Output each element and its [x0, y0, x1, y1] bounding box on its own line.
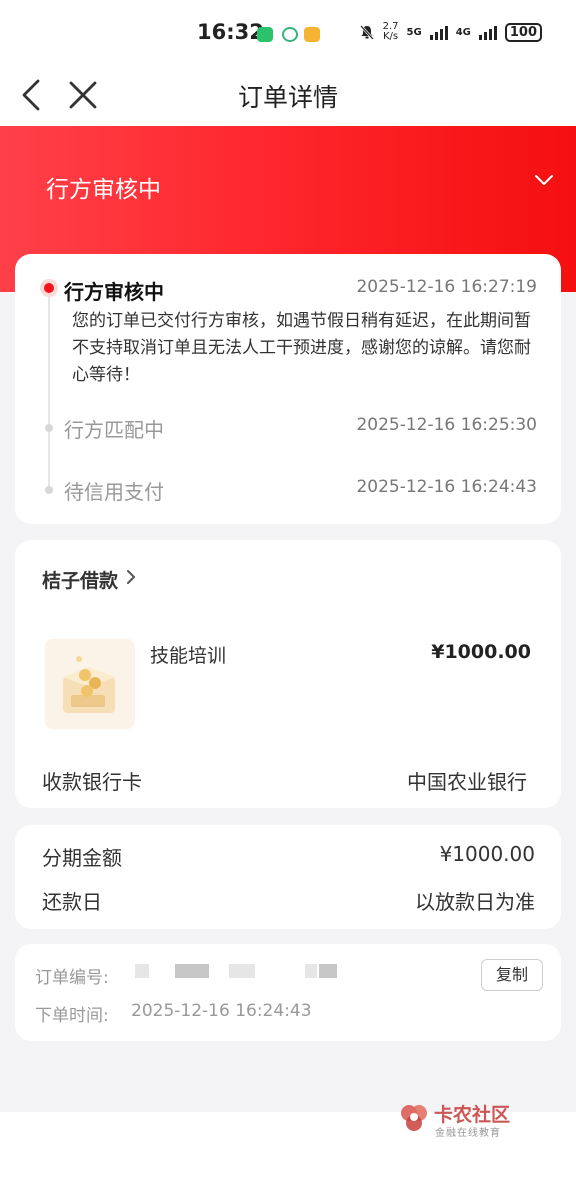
app-notification-icon — [282, 27, 298, 42]
status-right: 2.7 K/s 5G 4G 100 — [359, 22, 542, 42]
installment-amount-value: ¥1000.00 — [439, 842, 535, 866]
bank-card-value: 中国农业银行 — [407, 770, 527, 794]
installment-card: 分期金额 ¥1000.00 还款日 以放款日为准 — [15, 825, 561, 929]
timeline-line — [48, 288, 50, 492]
network-5g-label: 5G — [406, 26, 422, 38]
timeline-dot — [45, 486, 53, 494]
order-number-masked — [229, 964, 255, 978]
nav-bar: 订单详情 — [0, 64, 576, 126]
mute-bell-icon — [359, 25, 374, 40]
product-price: ¥1000.00 — [431, 641, 531, 663]
repayment-day-value: 以放款日为准 — [415, 890, 535, 914]
wechat-notification-icon — [257, 27, 273, 42]
progress-timeline-card: 行方审核中 2025-12-16 16:27:19 您的订单已交付行方审核，如遇… — [15, 254, 561, 524]
order-number-masked — [319, 964, 337, 978]
order-number-masked — [135, 964, 149, 978]
net-speed: 2.7 K/s — [382, 21, 399, 42]
timeline-step-time: 2025-12-16 16:25:30 — [356, 415, 537, 435]
signal-4g-icon — [478, 24, 497, 40]
watermark-name: 卡农社区 — [434, 1104, 511, 1126]
status-time: 16:32 — [197, 20, 264, 44]
product-name: 技能培训 — [150, 645, 227, 667]
bank-card-label: 收款银行卡 — [42, 770, 142, 794]
timeline-step-title: 待信用支付 — [64, 480, 164, 504]
order-time-label: 下单时间: — [35, 1006, 109, 1026]
order-status-title: 行方审核中 — [46, 177, 161, 203]
watermark: 卡农社区 金融在线教育 — [398, 1100, 528, 1140]
chevron-right-icon[interactable] — [124, 568, 138, 586]
timeline-dot — [45, 424, 53, 432]
watermark-subtitle: 金融在线教育 — [435, 1128, 501, 1139]
watermark-logo-icon — [401, 1105, 427, 1131]
page-title: 订单详情 — [237, 83, 338, 112]
timeline-step-title: 行方审核中 — [64, 280, 164, 304]
battery-icon: 100 — [504, 22, 542, 42]
network-4g-label: 4G — [455, 26, 471, 38]
order-number-label: 订单编号: — [35, 968, 109, 988]
coins-image-icon — [63, 656, 115, 713]
order-number-masked — [305, 964, 317, 978]
timeline-step-time: 2025-12-16 16:24:43 — [356, 477, 537, 497]
product-card: 桔子借款 技能培训 ¥1000.00 收款银行卡 中国农业银行 — [15, 540, 561, 808]
merchant-name[interactable]: 桔子借款 — [42, 566, 118, 593]
product-thumbnail — [45, 639, 135, 729]
order-time-value: 2025-12-16 16:24:43 — [131, 1001, 312, 1021]
timeline-step-time: 2025-12-16 16:27:19 — [356, 277, 537, 297]
timeline-active-dot — [40, 279, 58, 297]
message-notification-icon — [304, 27, 320, 42]
signal-5g-icon — [429, 24, 448, 40]
repayment-day-label: 还款日 — [42, 890, 102, 914]
status-bar: 16:32 2.7 K/s 5G 4G 100 — [0, 0, 576, 64]
order-number-masked — [175, 964, 209, 978]
installment-amount-label: 分期金额 — [42, 846, 122, 870]
timeline-step-description: 您的订单已交付行方审核，如遇节假日稍有延迟，在此期间暂不支持取消订单且无法人工干… — [72, 311, 531, 385]
chevron-down-icon[interactable] — [534, 170, 554, 190]
copy-button[interactable]: 复制 — [481, 959, 543, 991]
order-info-card: 订单编号: 复制 下单时间: 2025-12-16 16:24:43 — [15, 944, 561, 1041]
timeline-step-title: 行方匹配中 — [64, 418, 164, 442]
